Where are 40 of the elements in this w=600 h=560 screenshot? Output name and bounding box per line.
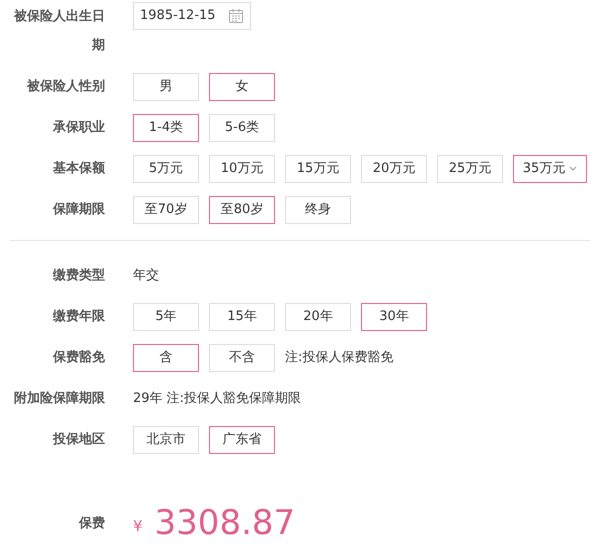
field-label: 被保险人性别 bbox=[26, 78, 105, 96]
field-label: 缴费类型 bbox=[52, 267, 105, 285]
field-label: 保障期限 bbox=[52, 200, 105, 219]
field-label: 承保职业 bbox=[52, 119, 105, 137]
option-button[interactable]: 25万元 bbox=[437, 154, 503, 182]
option-button[interactable]: 20年 bbox=[285, 302, 351, 330]
option-button[interactable]: 5年 bbox=[133, 302, 199, 330]
field-label: 被保险人出生日期 bbox=[12, 8, 105, 55]
option-button[interactable]: 终身 bbox=[285, 196, 351, 224]
option-button[interactable]: 5-6类 bbox=[209, 114, 275, 142]
option-button[interactable]: 10万元 bbox=[209, 154, 275, 182]
caret-icon bbox=[569, 166, 578, 171]
currency-symbol: ¥ bbox=[133, 516, 143, 537]
option-button[interactable]: 20万元 bbox=[361, 154, 427, 182]
dropdown-option-button[interactable]: 35万元 bbox=[513, 154, 587, 182]
field-label: 保费豁免 bbox=[52, 348, 105, 367]
option-button[interactable]: 30年 bbox=[361, 302, 427, 330]
option-button[interactable]: 男 bbox=[133, 72, 199, 100]
option-button[interactable]: 北京市 bbox=[133, 426, 199, 454]
calendar-icon bbox=[228, 8, 244, 24]
option-button[interactable]: 广东省 bbox=[209, 426, 275, 454]
option-button[interactable]: 不含 bbox=[209, 344, 275, 372]
date-field[interactable]: 1985-12-15 bbox=[133, 2, 251, 30]
price-value: 3308.87 bbox=[154, 506, 296, 540]
note-text: 注:投保人保费豁免 bbox=[285, 348, 394, 367]
option-button[interactable]: 女 bbox=[209, 72, 275, 100]
option-button[interactable]: 15年 bbox=[209, 302, 275, 330]
option-button[interactable]: 至70岁 bbox=[133, 196, 199, 224]
field-value: 29年 注:投保人豁免保障期限 bbox=[133, 390, 302, 408]
option-button[interactable]: 15万元 bbox=[285, 154, 351, 182]
field-label: 缴费年限 bbox=[52, 308, 105, 326]
field-label: 附加险保障期限 bbox=[13, 390, 105, 408]
field-label: 投保地区 bbox=[52, 431, 105, 449]
field-label: 基本保额 bbox=[52, 160, 105, 178]
field-label: 保费 bbox=[78, 514, 105, 532]
option-button[interactable]: 5万元 bbox=[133, 154, 199, 182]
field-value: 年交 bbox=[133, 267, 159, 285]
option-button[interactable]: 含 bbox=[133, 344, 199, 372]
option-button[interactable]: 至80岁 bbox=[209, 196, 275, 224]
option-button[interactable]: 1-4类 bbox=[133, 114, 199, 142]
